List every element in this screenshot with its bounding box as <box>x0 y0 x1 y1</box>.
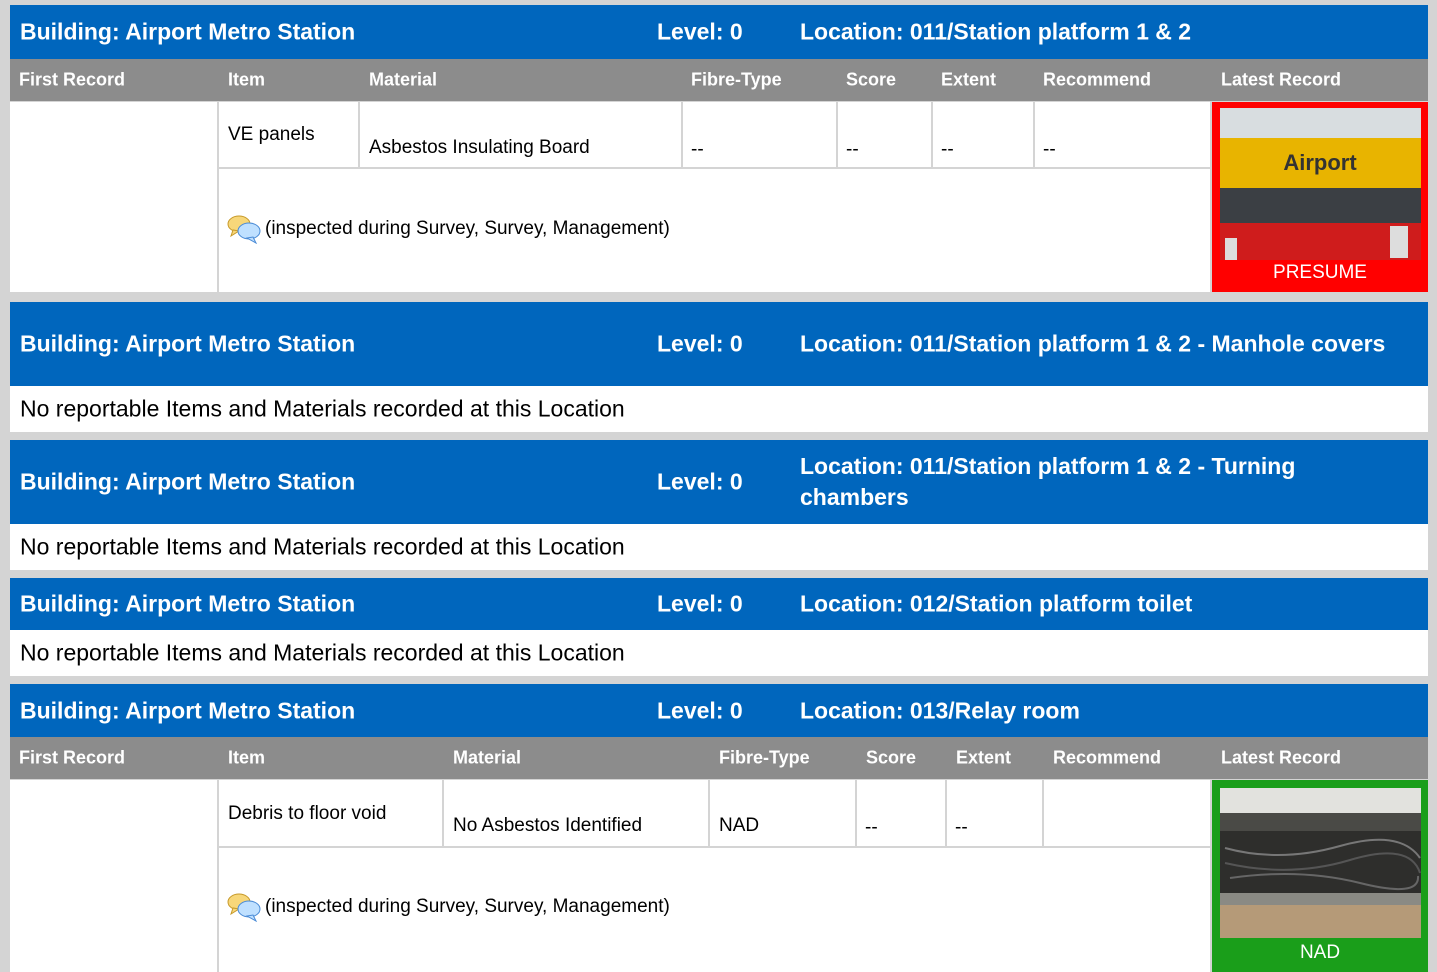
location-header: Building: Airport Metro Station Level: 0… <box>10 302 1428 386</box>
col-item: Item <box>228 69 266 90</box>
fibre-type-value: NAD <box>719 815 760 836</box>
comment-icon[interactable] <box>227 892 261 922</box>
location-label: Location: 011/Station platform 1 & 2 <box>800 18 1192 45</box>
record-photo[interactable] <box>1220 788 1421 938</box>
col-score: Score <box>866 747 917 768</box>
building-label: Building: Airport Metro Station <box>20 18 356 45</box>
col-material: Material <box>453 747 522 768</box>
col-extent: Extent <box>941 69 997 90</box>
col-fibre-type: Fibre-Type <box>719 747 810 768</box>
item-value: VE panels <box>228 124 315 145</box>
no-items-message: No reportable Items and Materials record… <box>10 524 1428 570</box>
score-value: -- <box>846 139 859 160</box>
fibre-type-cell: -- <box>683 102 836 167</box>
item-cell: VE panels <box>219 102 358 167</box>
location-label: Location: 011/Station platform 1 & 2 - T… <box>800 453 1296 510</box>
record-photo[interactable]: Airport <box>1220 108 1421 260</box>
level-label: Level: 0 <box>657 18 743 45</box>
extent-value: -- <box>955 817 968 838</box>
latest-record-cell: NAD <box>1212 780 1428 972</box>
location-label: Location: 012/Station platform toilet <box>800 590 1193 617</box>
no-items-message: No reportable Items and Materials record… <box>10 630 1428 676</box>
col-fibre-type: Fibre-Type <box>691 69 782 90</box>
level-label: Level: 0 <box>657 590 743 617</box>
building-label: Building: Airport Metro Station <box>20 330 356 357</box>
col-first-record: First Record <box>19 69 126 90</box>
no-items-message: No reportable Items and Materials record… <box>10 386 1428 432</box>
status-badge: PRESUME <box>1273 262 1367 283</box>
col-extent: Extent <box>956 747 1012 768</box>
extent-value: -- <box>941 139 954 160</box>
material-cell: No Asbestos Identified <box>444 780 708 846</box>
col-latest-record: Latest Record <box>1221 747 1342 768</box>
extent-cell: -- <box>933 102 1033 167</box>
score-value: -- <box>865 817 878 838</box>
col-material: Material <box>369 69 438 90</box>
first-record-cell <box>10 102 217 292</box>
col-first-record: First Record <box>19 747 126 768</box>
material-value: No Asbestos Identified <box>453 815 643 836</box>
location-label: Location: 011/Station platform 1 & 2 - M… <box>800 330 1386 357</box>
latest-record-cell: Airport PRESUME <box>1212 102 1428 292</box>
col-recommend: Recommend <box>1043 69 1152 90</box>
building-label: Building: Airport Metro Station <box>20 697 356 723</box>
level-label: Level: 0 <box>657 330 743 357</box>
item-cell: Debris to floor void <box>219 780 442 846</box>
note-cell: (inspected during Survey, Survey, Manage… <box>219 848 1210 972</box>
location-header: Building: Airport Metro Station Level: 0… <box>10 684 1428 737</box>
first-record-cell <box>10 780 217 972</box>
table-header: First Record Item Material Fibre-Type Sc… <box>10 59 1428 101</box>
location-header: Building: Airport Metro Station Level: 0… <box>10 578 1428 630</box>
item-value: Debris to floor void <box>228 803 387 824</box>
material-value: Asbestos Insulating Board <box>369 137 590 158</box>
recommend-cell <box>1044 780 1210 846</box>
score-cell: -- <box>857 780 945 846</box>
location-header: Building: Airport Metro Station Level: 0… <box>10 5 1428 59</box>
recommend-cell: -- <box>1035 102 1210 167</box>
table-header: First Record Item Material Fibre-Type Sc… <box>10 737 1428 779</box>
photo-sign-text: Airport <box>1283 150 1357 175</box>
building-label: Building: Airport Metro Station <box>20 590 356 617</box>
col-score: Score <box>846 69 897 90</box>
building-label: Building: Airport Metro Station <box>20 468 356 495</box>
level-label: Level: 0 <box>657 697 743 723</box>
recommend-value: -- <box>1043 139 1056 160</box>
inspection-note: (inspected during Survey, Survey, Manage… <box>265 896 670 917</box>
col-recommend: Recommend <box>1053 747 1162 768</box>
material-cell: Asbestos Insulating Board <box>360 102 681 167</box>
status-badge: NAD <box>1299 942 1341 963</box>
extent-cell: -- <box>947 780 1042 846</box>
fibre-type-value: -- <box>691 139 704 160</box>
col-latest-record: Latest Record <box>1221 69 1342 90</box>
inspection-note: (inspected during Survey, Survey, Manage… <box>265 218 670 239</box>
comment-icon[interactable] <box>227 214 261 244</box>
col-item: Item <box>228 747 266 768</box>
note-cell: (inspected during Survey, Survey, Manage… <box>219 169 1210 292</box>
fibre-type-cell: NAD <box>710 780 855 846</box>
score-cell: -- <box>838 102 931 167</box>
level-label: Level: 0 <box>657 468 743 495</box>
location-label: Location: 013/Relay room <box>800 697 1080 723</box>
location-header: Building: Airport Metro Station Level: 0… <box>10 440 1428 524</box>
